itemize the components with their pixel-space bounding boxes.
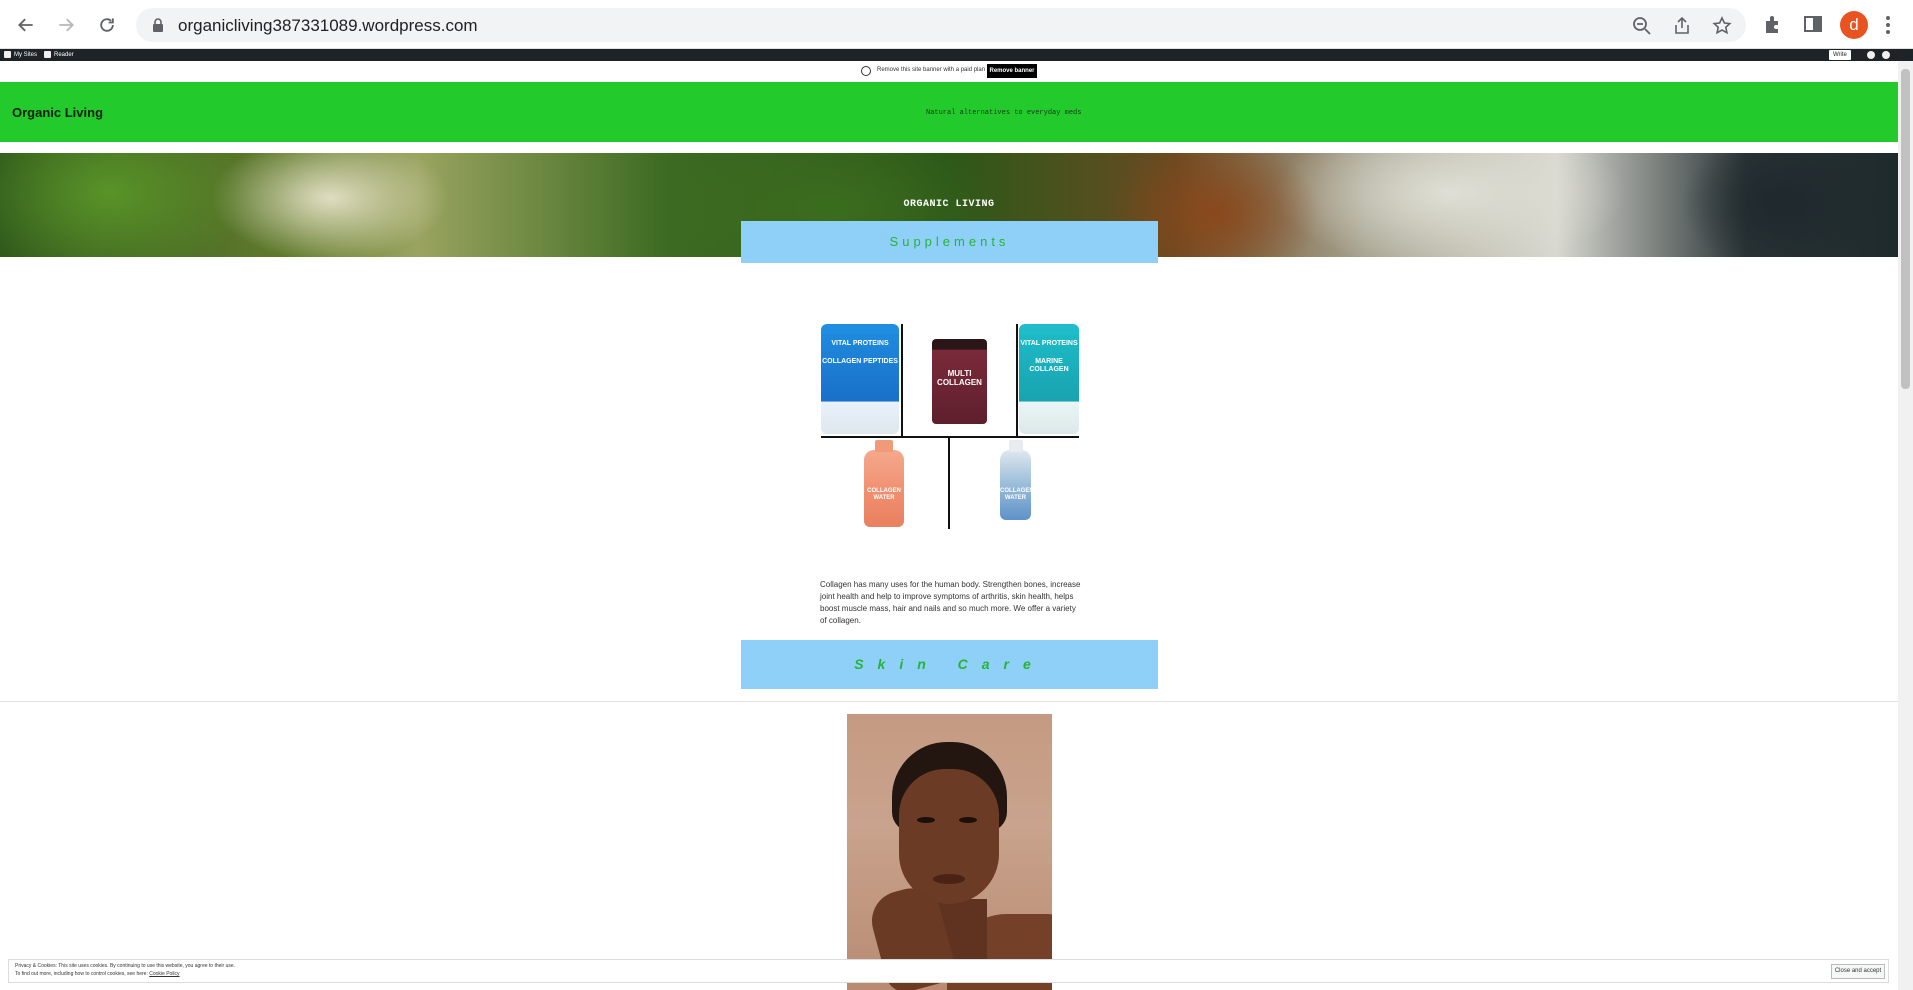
reload-button[interactable] bbox=[91, 9, 123, 41]
lock-icon bbox=[153, 18, 163, 32]
arrow-right-icon bbox=[59, 18, 74, 32]
site-title[interactable]: Organic Living bbox=[12, 105, 103, 120]
tub-lid bbox=[1019, 324, 1079, 334]
site-header: Organic Living Natural alternatives to e… bbox=[0, 82, 1898, 142]
url-text: organicliving387331089.wordpress.com bbox=[178, 16, 478, 35]
profile-icon[interactable] bbox=[1867, 51, 1875, 59]
cookie-policy-link[interactable]: Cookie Policy bbox=[149, 971, 179, 977]
product-multi-collagen[interactable]: MULTI COLLAGEN bbox=[932, 339, 987, 424]
zoom-icon[interactable] bbox=[1632, 16, 1652, 36]
supplements-gallery: VITAL PROTEINS COLLAGEN PEPTIDES MULTI C… bbox=[821, 324, 1079, 529]
product-brand: VITAL PROTEINS bbox=[1020, 340, 1078, 347]
notifications-icon[interactable] bbox=[1882, 51, 1890, 59]
browser-toolbar: organicliving387331089.wordpress.com d bbox=[0, 0, 1913, 49]
cookie-text: Privacy & Cookies: This site uses cookie… bbox=[15, 963, 236, 969]
profile-avatar[interactable]: d bbox=[1840, 11, 1868, 39]
gallery-divider bbox=[821, 436, 1079, 438]
extensions-icon[interactable] bbox=[1762, 13, 1784, 35]
portrait-eye bbox=[959, 817, 977, 823]
product-collagen-water-peach[interactable]: COLLAGEN WATER bbox=[864, 440, 904, 527]
close-and-accept-button[interactable]: Close and accept bbox=[1831, 964, 1885, 979]
page-content: Remove this site banner with a paid plan… bbox=[0, 61, 1898, 990]
product-name: COLLAGEN PEPTIDES bbox=[822, 358, 898, 365]
bottle-cap bbox=[875, 440, 893, 452]
share-icon[interactable] bbox=[1672, 16, 1692, 36]
gallery-divider bbox=[1016, 324, 1018, 437]
write-button[interactable]: Write bbox=[1829, 50, 1851, 60]
reader-icon bbox=[44, 51, 51, 58]
wordpress-icon bbox=[4, 51, 11, 58]
remove-banner-button[interactable]: Remove banner bbox=[987, 64, 1037, 78]
address-bar[interactable]: organicliving387331089.wordpress.com bbox=[136, 8, 1746, 42]
reload-icon bbox=[100, 18, 114, 32]
side-panel-icon[interactable] bbox=[1802, 13, 1824, 35]
portrait-lips bbox=[933, 874, 965, 884]
product-collagen-peptides[interactable]: VITAL PROTEINS COLLAGEN PEPTIDES bbox=[821, 324, 899, 434]
product-marine-collagen[interactable]: VITAL PROTEINS MARINE COLLAGEN bbox=[1019, 324, 1079, 434]
bottle-cap bbox=[1008, 440, 1023, 452]
product-name: MARINE COLLAGEN bbox=[1029, 358, 1069, 373]
page-scrollbar[interactable] bbox=[1898, 61, 1913, 990]
forward-button[interactable] bbox=[50, 9, 82, 41]
site-banner: Remove this site banner with a paid plan… bbox=[0, 61, 1898, 81]
menu-kebab-icon[interactable] bbox=[1884, 14, 1892, 36]
supplements-heading: Supplements bbox=[741, 221, 1158, 263]
my-sites-label: My Sites bbox=[14, 51, 38, 58]
gallery-divider bbox=[901, 324, 903, 437]
my-sites-link[interactable]: My Sites bbox=[4, 51, 37, 58]
portrait-eye bbox=[917, 817, 935, 823]
reader-label: Reader bbox=[54, 51, 74, 58]
tub-lid bbox=[821, 324, 899, 334]
cookie-text-line2: To find out more, including how to contr… bbox=[15, 971, 148, 977]
reader-link[interactable]: Reader bbox=[44, 51, 74, 58]
product-name: COLLAGEN WATER bbox=[1000, 488, 1034, 501]
back-button[interactable] bbox=[10, 9, 42, 41]
product-name: MULTI COLLAGEN bbox=[937, 369, 982, 387]
supplements-description: Collagen has many uses for the human bod… bbox=[820, 580, 1081, 625]
star-icon[interactable] bbox=[1712, 16, 1732, 36]
section-divider bbox=[0, 701, 1898, 702]
wp-admin-bar: My Sites Reader Write bbox=[0, 49, 1913, 61]
product-name: COLLAGEN WATER bbox=[867, 488, 901, 501]
arrow-left-icon bbox=[18, 18, 33, 32]
site-tagline: Natural alternatives to everyday meds bbox=[926, 109, 1082, 117]
cookie-banner: Privacy & Cookies: This site uses cookie… bbox=[8, 959, 1889, 983]
wordpress-logo-icon bbox=[861, 66, 871, 76]
cookie-text-more: To find out more, including how to contr… bbox=[15, 971, 180, 977]
skincare-portrait-image bbox=[847, 714, 1052, 990]
product-brand: VITAL PROTEINS bbox=[831, 340, 889, 347]
product-collagen-water-blue[interactable]: COLLAGEN WATER bbox=[1000, 440, 1034, 520]
gallery-divider bbox=[948, 437, 950, 529]
skincare-heading: Skin Care bbox=[741, 640, 1158, 689]
banner-message: Remove this site banner with a paid plan bbox=[877, 67, 986, 73]
hero-title: ORGANIC LIVING bbox=[903, 199, 995, 210]
scrollbar-thumb[interactable] bbox=[1901, 69, 1910, 389]
